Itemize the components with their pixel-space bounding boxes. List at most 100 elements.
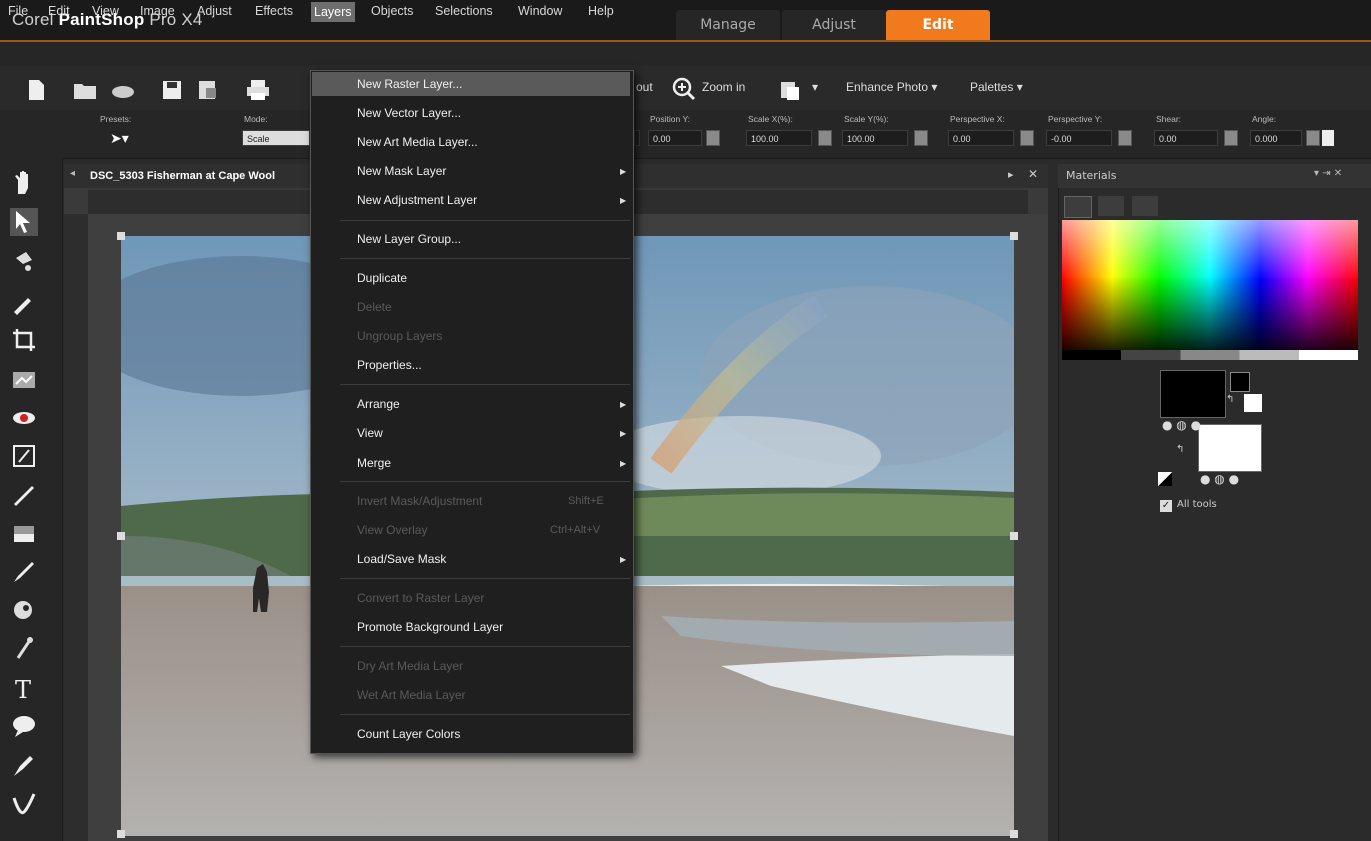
menu-item-load-save-mask[interactable]: Load/Save Mask	[357, 552, 446, 566]
zoom-in-button[interactable]: Zoom in	[702, 80, 745, 94]
art-media-icon[interactable]	[10, 790, 40, 820]
tab-edit[interactable]: Edit	[886, 10, 990, 42]
apply-icon[interactable]	[1322, 130, 1334, 146]
eraser-icon[interactable]	[10, 520, 40, 550]
pick-arrow-icon[interactable]	[10, 208, 40, 238]
print-icon[interactable]	[245, 78, 269, 100]
menu-item-new-layer-group[interactable]: New Layer Group...	[357, 232, 461, 246]
menu-item-duplicate[interactable]: Duplicate	[357, 271, 407, 285]
paste-dropdown-caret[interactable]: ▾	[812, 80, 818, 94]
text-icon[interactable]: T	[10, 674, 40, 704]
tab-rainbow-icon[interactable]	[1098, 196, 1124, 216]
open-folder-icon[interactable]	[72, 78, 96, 100]
presets-pick-icon[interactable]: ➤▾	[110, 131, 129, 147]
scale-y-spin[interactable]	[914, 130, 928, 146]
new-file-icon[interactable]	[24, 78, 48, 100]
perspective-y-spin[interactable]	[1118, 130, 1132, 146]
angle-spin[interactable]	[1306, 130, 1320, 146]
shear-spin[interactable]	[1224, 130, 1238, 146]
menu-view[interactable]: View	[92, 4, 119, 18]
panel-menu-icon[interactable]: ▾ ⇥ ✕	[1314, 168, 1342, 179]
tab-frame-icon[interactable]	[1064, 196, 1092, 218]
menu-item-new-art-media-layer[interactable]: New Art Media Layer...	[357, 135, 478, 149]
menu-item-properties[interactable]: Properties...	[357, 358, 422, 372]
doc-restore-icon[interactable]: ▸	[1008, 168, 1014, 181]
menu-item-new-vector-layer[interactable]: New Vector Layer...	[357, 106, 461, 120]
handle-mid-right[interactable]	[1010, 532, 1018, 540]
perspective-x-input[interactable]: 0.00	[948, 130, 1014, 146]
menu-item-new-adjustment-layer[interactable]: New Adjustment Layer	[357, 193, 477, 207]
picture-tube-icon[interactable]	[10, 634, 40, 664]
doc-close-icon[interactable]: ✕	[1028, 167, 1038, 181]
swap-small-icon[interactable]: ↰	[1226, 394, 1234, 405]
menu-separator	[340, 384, 630, 385]
perspective-x-spin[interactable]	[1020, 130, 1034, 146]
menu-item-promote-background[interactable]: Promote Background Layer	[357, 620, 503, 634]
menu-layers[interactable]: Layers	[311, 2, 355, 22]
brush-icon[interactable]	[10, 480, 40, 510]
angle-input[interactable]: 0.000	[1250, 130, 1302, 146]
enhance-photo-button[interactable]: Enhance Photo ▾	[846, 80, 937, 94]
shape-icon[interactable]	[10, 712, 40, 742]
zoom-in-icon[interactable]	[672, 77, 696, 101]
handle-top-left[interactable]	[117, 232, 125, 240]
reset-colors-icon[interactable]	[1158, 472, 1172, 486]
palettes-button[interactable]: Palettes ▾	[970, 80, 1023, 94]
save-icon[interactable]	[160, 78, 184, 100]
paint-brush-icon[interactable]	[10, 558, 40, 588]
menu-adjust[interactable]: Adjust	[197, 4, 232, 18]
menu-item-merge[interactable]: Merge	[357, 456, 391, 470]
handle-top-right[interactable]	[1010, 232, 1018, 240]
menu-selections[interactable]: Selections	[435, 4, 493, 18]
fill-icon[interactable]	[10, 596, 40, 626]
crop-icon[interactable]	[10, 326, 40, 356]
tab-swatches-icon[interactable]	[1132, 196, 1158, 216]
bg-style-icons[interactable]: ● ◍ ●	[1200, 472, 1239, 486]
zoom-out-button[interactable]: out	[636, 80, 653, 94]
handle-mid-left[interactable]	[117, 532, 125, 540]
tab-manage[interactable]: Manage	[676, 10, 780, 42]
menu-image[interactable]: Image	[140, 4, 175, 18]
all-tools-checkbox[interactable]: ✓	[1160, 500, 1172, 512]
handle-bottom-left[interactable]	[117, 830, 125, 838]
handle-bottom-right[interactable]	[1010, 830, 1018, 838]
menu-objects[interactable]: Objects	[371, 4, 413, 18]
menu-item-arrange[interactable]: Arrange	[357, 397, 400, 411]
pen-icon[interactable]	[10, 752, 40, 782]
scan-icon[interactable]	[110, 78, 134, 100]
paste-icon[interactable]	[778, 78, 802, 100]
shear-input[interactable]: 0.00	[1154, 130, 1218, 146]
menu-file[interactable]: File	[8, 4, 28, 18]
small-bg-swatch[interactable]	[1244, 394, 1262, 412]
save-as-icon[interactable]	[196, 78, 220, 100]
mode-select[interactable]: Scale	[242, 130, 310, 146]
perspective-y-input[interactable]: -0.00	[1046, 130, 1112, 146]
position-y-input[interactable]: 0.00	[648, 130, 702, 146]
red-eye-icon[interactable]	[10, 404, 40, 434]
position-y-spin[interactable]	[706, 130, 720, 146]
background-swatch[interactable]	[1198, 424, 1262, 472]
pan-hand-icon[interactable]	[10, 168, 40, 198]
small-fg-swatch[interactable]	[1230, 372, 1250, 392]
gray-scale-bar[interactable]	[1062, 350, 1358, 360]
straighten-icon[interactable]	[10, 366, 40, 396]
doc-collapse-icon[interactable]: ◂	[70, 168, 75, 179]
menu-item-view[interactable]: View	[357, 426, 383, 440]
foreground-swatch[interactable]	[1160, 370, 1226, 418]
scale-x-spin[interactable]	[818, 130, 832, 146]
makeover-icon[interactable]	[10, 442, 40, 472]
menu-item-new-raster-layer[interactable]: New Raster Layer...	[357, 77, 462, 91]
swap-colors-icon[interactable]: ↰	[1176, 444, 1184, 455]
menu-item-count-layer-colors[interactable]: Count Layer Colors	[357, 727, 460, 741]
menu-effects[interactable]: Effects	[255, 4, 293, 18]
menu-item-new-mask-layer[interactable]: New Mask Layer	[357, 164, 446, 178]
scale-y-input[interactable]: 100.00	[842, 130, 908, 146]
menu-window[interactable]: Window	[518, 4, 562, 18]
menu-edit[interactable]: Edit	[48, 4, 70, 18]
selection-icon[interactable]	[10, 248, 40, 278]
scale-x-input[interactable]: 100.00	[746, 130, 812, 146]
fg-style-icons[interactable]: ● ◍ ●	[1162, 418, 1201, 432]
tab-adjust[interactable]: Adjust	[782, 10, 886, 42]
menu-help[interactable]: Help	[588, 4, 614, 18]
dropper-icon[interactable]	[10, 288, 40, 318]
